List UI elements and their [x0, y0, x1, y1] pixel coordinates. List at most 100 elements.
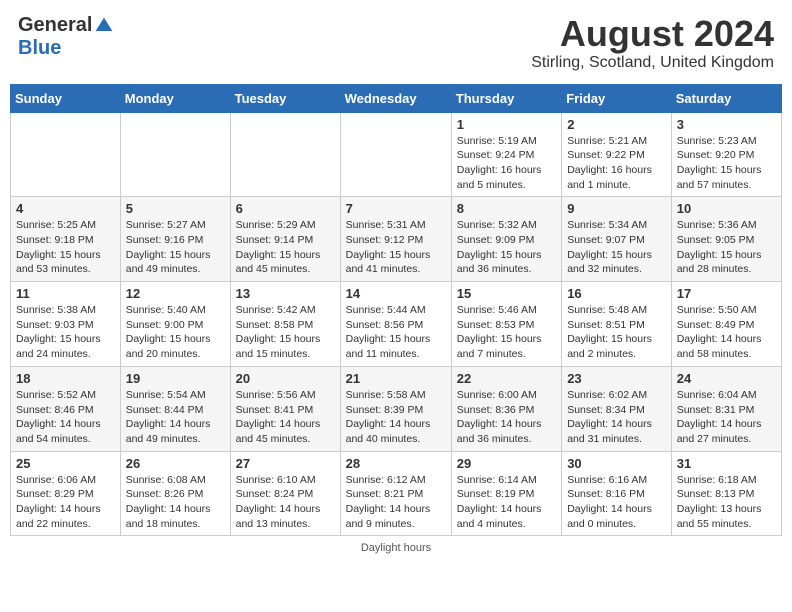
daylight-label: Daylight hours [361, 542, 431, 554]
calendar-cell: 23 Sunrise: 6:02 AM Sunset: 8:34 PM Dayli… [562, 366, 672, 451]
calendar-cell: 22Sunrise: 6:00 AM Sunset: 8:36 PM Dayli… [451, 366, 561, 451]
calendar-cell: 7Sunrise: 5:31 AM Sunset: 9:12 PM Daylig… [340, 197, 451, 282]
logo: General Blue [18, 14, 114, 60]
month-title: August 2024 [531, 14, 774, 54]
day-info: Sunrise: 6:14 AM Sunset: 8:19 PM Dayligh… [457, 473, 556, 532]
day-info: Sunrise: 5:44 AM Sunset: 8:56 PM Dayligh… [346, 303, 446, 362]
calendar-cell: 20 Sunrise: 5:56 AM Sunset: 8:41 PM Dayli… [230, 366, 340, 451]
calendar-cell: 12Sunrise: 5:40 AM Sunset: 9:00 PM Dayli… [120, 282, 230, 367]
day-info: Sunrise: 5:31 AM Sunset: 9:12 PM Dayligh… [346, 218, 446, 277]
day-number: 23 [567, 371, 666, 386]
calendar-week-row: 11 Sunrise: 5:38 AM Sunset: 9:03 PM Dayli… [11, 282, 782, 367]
day-info: Sunrise: 5:48 AM Sunset: 8:51 PM Dayligh… [567, 303, 666, 362]
calendar-cell: 17 Sunrise: 5:50 AM Sunset: 8:49 PM Dayli… [671, 282, 781, 367]
calendar-cell: 21Sunrise: 5:58 AM Sunset: 8:39 PM Dayli… [340, 366, 451, 451]
day-info: Sunrise: 5:42 AM Sunset: 8:58 PM Dayligh… [236, 303, 335, 362]
calendar-cell: 26Sunrise: 6:08 AM Sunset: 8:26 PM Dayli… [120, 451, 230, 536]
calendar-cell: 10 Sunrise: 5:36 AM Sunset: 9:05 PM Dayli… [671, 197, 781, 282]
calendar-cell: 14 Sunrise: 5:44 AM Sunset: 8:56 PM Dayli… [340, 282, 451, 367]
day-info: Sunrise: 5:54 AM Sunset: 8:44 PM Dayligh… [126, 388, 225, 447]
day-info: Sunrise: 5:32 AM Sunset: 9:09 PM Dayligh… [457, 218, 556, 277]
day-info: Sunrise: 5:52 AM Sunset: 8:46 PM Dayligh… [16, 388, 115, 447]
calendar-week-row: 4Sunrise: 5:25 AM Sunset: 9:18 PM Daylig… [11, 197, 782, 282]
calendar-cell: 29 Sunrise: 6:14 AM Sunset: 8:19 PM Dayli… [451, 451, 561, 536]
day-info: Sunrise: 6:18 AM Sunset: 8:13 PM Dayligh… [677, 473, 776, 532]
calendar-cell: 25Sunrise: 6:06 AM Sunset: 8:29 PM Dayli… [11, 451, 121, 536]
day-info: Sunrise: 6:08 AM Sunset: 8:26 PM Dayligh… [126, 473, 225, 532]
calendar-cell: 24 Sunrise: 6:04 AM Sunset: 8:31 PM Dayli… [671, 366, 781, 451]
day-info: Sunrise: 6:06 AM Sunset: 8:29 PM Dayligh… [16, 473, 115, 532]
day-info: Sunrise: 5:23 AM Sunset: 9:20 PM Dayligh… [677, 134, 776, 193]
day-number: 31 [677, 456, 776, 471]
calendar-cell: 11 Sunrise: 5:38 AM Sunset: 9:03 PM Dayli… [11, 282, 121, 367]
day-number: 18 [16, 371, 115, 386]
day-info: Sunrise: 6:16 AM Sunset: 8:16 PM Dayligh… [567, 473, 666, 532]
day-number: 4 [16, 201, 115, 216]
day-number: 24 [677, 371, 776, 386]
day-number: 29 [457, 456, 556, 471]
day-number: 16 [567, 286, 666, 301]
weekday-header: Sunday [11, 84, 121, 112]
day-info: Sunrise: 5:29 AM Sunset: 9:14 PM Dayligh… [236, 218, 335, 277]
calendar-cell: 16 Sunrise: 5:48 AM Sunset: 8:51 PM Dayli… [562, 282, 672, 367]
day-number: 1 [457, 117, 556, 132]
day-info: Sunrise: 5:27 AM Sunset: 9:16 PM Dayligh… [126, 218, 225, 277]
calendar-cell [11, 112, 121, 197]
weekday-header: Monday [120, 84, 230, 112]
calendar-cell: 18 Sunrise: 5:52 AM Sunset: 8:46 PM Dayli… [11, 366, 121, 451]
day-info: Sunrise: 5:34 AM Sunset: 9:07 PM Dayligh… [567, 218, 666, 277]
footer-note: Daylight hours [10, 542, 782, 554]
calendar-cell: 9 Sunrise: 5:34 AM Sunset: 9:07 PM Daylig… [562, 197, 672, 282]
weekday-header-row: SundayMondayTuesdayWednesdayThursdayFrid… [11, 84, 782, 112]
day-info: Sunrise: 5:56 AM Sunset: 8:41 PM Dayligh… [236, 388, 335, 447]
day-info: Sunrise: 5:40 AM Sunset: 9:00 PM Dayligh… [126, 303, 225, 362]
day-info: Sunrise: 6:00 AM Sunset: 8:36 PM Dayligh… [457, 388, 556, 447]
day-number: 15 [457, 286, 556, 301]
calendar-cell [120, 112, 230, 197]
logo-icon [94, 16, 114, 36]
day-number: 10 [677, 201, 776, 216]
day-info: Sunrise: 6:10 AM Sunset: 8:24 PM Dayligh… [236, 473, 335, 532]
day-number: 5 [126, 201, 225, 216]
day-number: 21 [346, 371, 446, 386]
weekday-header: Friday [562, 84, 672, 112]
calendar-cell: 6Sunrise: 5:29 AM Sunset: 9:14 PM Daylig… [230, 197, 340, 282]
day-number: 27 [236, 456, 335, 471]
day-number: 9 [567, 201, 666, 216]
weekday-header: Tuesday [230, 84, 340, 112]
day-number: 11 [16, 286, 115, 301]
day-number: 14 [346, 286, 446, 301]
calendar-cell: 8 Sunrise: 5:32 AM Sunset: 9:09 PM Daylig… [451, 197, 561, 282]
day-info: Sunrise: 6:02 AM Sunset: 8:34 PM Dayligh… [567, 388, 666, 447]
calendar-cell: 2Sunrise: 5:21 AM Sunset: 9:22 PM Daylig… [562, 112, 672, 197]
calendar-week-row: 25Sunrise: 6:06 AM Sunset: 8:29 PM Dayli… [11, 451, 782, 536]
day-number: 8 [457, 201, 556, 216]
day-number: 13 [236, 286, 335, 301]
calendar-cell: 19 Sunrise: 5:54 AM Sunset: 8:44 PM Dayli… [120, 366, 230, 451]
day-info: Sunrise: 5:46 AM Sunset: 8:53 PM Dayligh… [457, 303, 556, 362]
calendar-week-row: 1Sunrise: 5:19 AM Sunset: 9:24 PM Daylig… [11, 112, 782, 197]
day-info: Sunrise: 6:04 AM Sunset: 8:31 PM Dayligh… [677, 388, 776, 447]
calendar-cell: 27 Sunrise: 6:10 AM Sunset: 8:24 PM Dayli… [230, 451, 340, 536]
location-title: Stirling, Scotland, United Kingdom [531, 54, 774, 72]
calendar-table: SundayMondayTuesdayWednesdayThursdayFrid… [10, 84, 782, 537]
day-number: 17 [677, 286, 776, 301]
day-info: Sunrise: 5:50 AM Sunset: 8:49 PM Dayligh… [677, 303, 776, 362]
logo-text: General [18, 14, 114, 37]
day-number: 3 [677, 117, 776, 132]
day-number: 19 [126, 371, 225, 386]
weekday-header: Thursday [451, 84, 561, 112]
logo-blue-text: Blue [18, 37, 61, 60]
calendar-week-row: 18 Sunrise: 5:52 AM Sunset: 8:46 PM Dayli… [11, 366, 782, 451]
weekday-header: Wednesday [340, 84, 451, 112]
day-info: Sunrise: 6:12 AM Sunset: 8:21 PM Dayligh… [346, 473, 446, 532]
calendar-cell: 30Sunrise: 6:16 AM Sunset: 8:16 PM Dayli… [562, 451, 672, 536]
title-area: August 2024 Stirling, Scotland, United K… [531, 14, 774, 72]
calendar-cell: 13 Sunrise: 5:42 AM Sunset: 8:58 PM Dayli… [230, 282, 340, 367]
day-number: 20 [236, 371, 335, 386]
calendar-cell: 5 Sunrise: 5:27 AM Sunset: 9:16 PM Daylig… [120, 197, 230, 282]
header: General Blue August 2024 Stirling, Scotl… [10, 10, 782, 76]
logo-general: General [18, 14, 92, 37]
day-info: Sunrise: 5:36 AM Sunset: 9:05 PM Dayligh… [677, 218, 776, 277]
day-info: Sunrise: 5:38 AM Sunset: 9:03 PM Dayligh… [16, 303, 115, 362]
